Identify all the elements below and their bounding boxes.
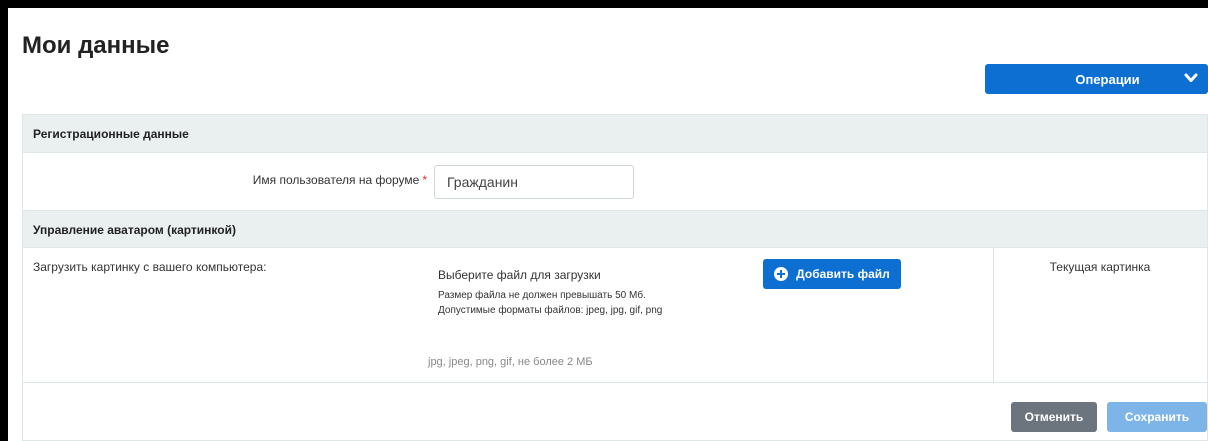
formats-hint: jpg, jpeg, png, gif, не более 2 МБ — [428, 356, 593, 368]
section-header-registration: Регистрационные данные — [23, 115, 1207, 153]
section-header-avatar: Управление аватаром (картинкой) — [23, 210, 1207, 248]
username-input[interactable] — [434, 165, 634, 199]
plus-circle-icon — [774, 267, 789, 281]
avatar-row: Загрузить картинку с вашего компьютера: … — [23, 248, 1207, 383]
username-row: Имя пользователя на форуме * — [23, 153, 1207, 210]
upload-label: Загрузить картинку с вашего компьютера: — [33, 260, 267, 274]
add-file-button[interactable]: Добавить файл — [763, 259, 901, 289]
operations-button[interactable]: Операции — [985, 64, 1208, 94]
page-title: Мои данные — [22, 32, 170, 59]
username-label: Имя пользователя на форуме * — [253, 173, 427, 187]
page: Мои данные Операции Регистрационные данн… — [8, 8, 1208, 441]
required-mark: * — [422, 173, 427, 187]
operations-button-label: Операции — [1075, 71, 1140, 87]
add-file-label: Добавить файл — [796, 267, 890, 281]
chevron-down-icon — [1184, 73, 1198, 82]
form-panel: Регистрационные данные Имя пользователя … — [22, 114, 1208, 441]
file-size-note: Размер файла не должен превышать 50 Мб. — [438, 290, 646, 301]
file-formats-note: Допустимые форматы файлов: jpeg, jpg, gi… — [438, 305, 663, 316]
current-image-label: Текущая картинка — [1049, 260, 1151, 274]
file-select-title: Выберите файл для загрузки — [438, 268, 601, 282]
username-label-text: Имя пользователя на форуме — [252, 173, 420, 187]
file-upload-info: Выберите файл для загрузки Размер файла … — [438, 268, 662, 316]
save-button[interactable]: Сохранить — [1107, 402, 1207, 432]
cancel-button[interactable]: Отменить — [1011, 402, 1097, 432]
